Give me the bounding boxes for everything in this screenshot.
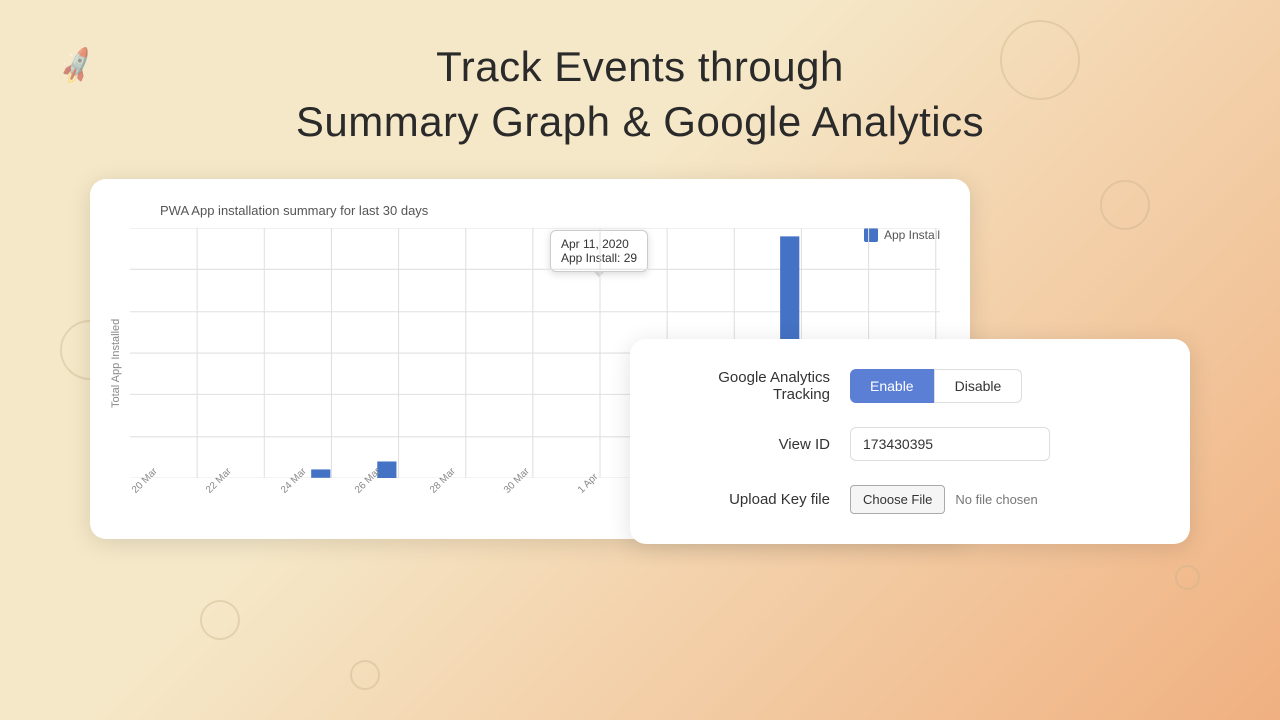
tracking-toggle-group: Enable Disable [850,369,1150,403]
view-id-row: View ID [670,427,1150,461]
upload-label: Upload Key file [670,491,850,508]
view-id-control [850,427,1150,461]
page-content: Track Events through Summary Graph & Goo… [0,0,1280,720]
disable-button[interactable]: Disable [934,369,1023,403]
view-id-input[interactable] [850,427,1050,461]
choose-file-button[interactable]: Choose File [850,485,945,514]
tracking-row: Google Analytics Tracking Enable Disable [670,369,1150,403]
y-axis-label: Total App Installed [110,228,130,498]
cards-area: PWA App installation summary for last 30… [90,179,1190,659]
chart-title: PWA App installation summary for last 30… [160,203,940,218]
upload-row: Upload Key file Choose File No file chos… [670,485,1150,514]
enable-button[interactable]: Enable [850,369,934,403]
tracking-label: Google Analytics Tracking [670,369,850,403]
view-id-label: View ID [670,436,850,453]
headline-line2: Summary Graph & Google Analytics [296,95,984,150]
headline-line1: Track Events through [296,40,984,95]
analytics-card: Google Analytics Tracking Enable Disable… [630,339,1190,544]
headline: Track Events through Summary Graph & Goo… [296,40,984,149]
no-file-text: No file chosen [955,492,1037,507]
file-upload-control: Choose File No file chosen [850,485,1150,514]
